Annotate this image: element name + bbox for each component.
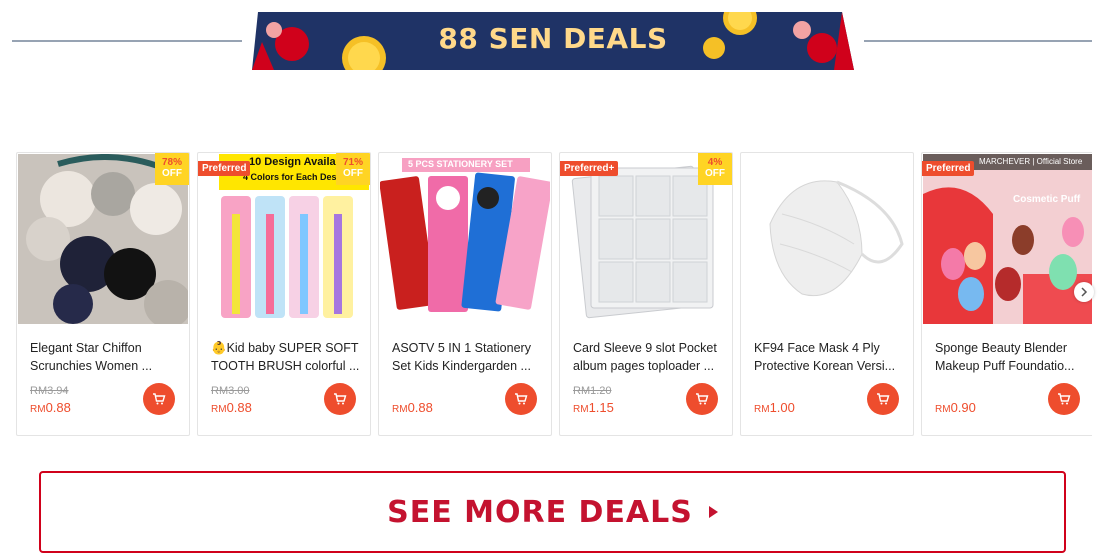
sale-price: RM1.00: [754, 400, 795, 415]
product-image-stationery: 5 PCS STATIONERY SET: [380, 154, 550, 324]
product-name: 👶Kid baby SUPER SOFT TOOTH BRUSH colorfu…: [211, 341, 360, 373]
chevron-right-icon: [1081, 287, 1088, 297]
divider-left: [12, 40, 242, 42]
sale-price: RM1.15: [573, 400, 614, 415]
deals-banner: 88 SEN DEALS: [252, 1, 854, 80]
add-to-cart-button[interactable]: [324, 383, 356, 415]
product-name: KF94 Face Mask 4 Ply Protective Korean V…: [754, 341, 896, 373]
cart-icon: [515, 393, 528, 405]
product-name: Card Sleeve 9 slot Pocket album pages to…: [573, 341, 717, 373]
preferred-badge: Preferred: [198, 161, 251, 176]
cart-icon: [877, 393, 890, 405]
product-card[interactable]: MARCHEVER | Official Store Cosmetic Puff…: [921, 152, 1092, 436]
discount-badge: 78% OFF: [155, 153, 189, 185]
banner-title: 88 SEN DEALS: [438, 22, 668, 55]
add-to-cart-button[interactable]: [1048, 383, 1080, 415]
product-card[interactable]: 5 PCS STATIONERY SET ASOTV 5 IN 1 Statio…: [378, 152, 552, 436]
divider-right: [864, 40, 1092, 42]
image-caption: 4 Colors for Each Design: [243, 172, 351, 182]
product-carousel: 78% OFF Elegant Star Chiffon Scrunchies …: [16, 152, 1092, 436]
product-card[interactable]: 78% OFF Elegant Star Chiffon Scrunchies …: [16, 152, 190, 436]
product-card[interactable]: Preferred+ 4% OFF Card Sleeve 9 slot Poc…: [559, 152, 733, 436]
product-name: Sponge Beauty Blender Makeup Puff Founda…: [935, 341, 1075, 373]
add-to-cart-button[interactable]: [686, 383, 718, 415]
original-price: RM3.94: [30, 385, 69, 397]
see-more-deals-button[interactable]: SEE MORE DEALS: [39, 471, 1066, 553]
product-name: ASOTV 5 IN 1 Stationery Set Kids Kinderg…: [392, 341, 531, 373]
cart-icon: [1058, 393, 1071, 405]
cart-icon: [334, 393, 347, 405]
product-card[interactable]: KF94 Face Mask 4 Ply Protective Korean V…: [740, 152, 914, 436]
product-image-beauty-blender: MARCHEVER | Official Store Cosmetic Puff: [923, 154, 1092, 324]
sale-price: RM0.88: [30, 400, 71, 415]
sale-price: RM0.88: [392, 400, 433, 415]
discount-badge: 4% OFF: [698, 153, 732, 185]
carousel-next-button[interactable]: [1074, 282, 1094, 302]
cart-icon: [696, 393, 709, 405]
preferred-badge: Preferred: [922, 161, 975, 176]
add-to-cart-button[interactable]: [505, 383, 537, 415]
product-card[interactable]: 10 Design Available 4 Colors for Each De…: [197, 152, 371, 436]
cart-icon: [153, 393, 166, 405]
original-price: RM3.00: [211, 385, 250, 397]
image-caption: Cosmetic Puff: [1013, 194, 1081, 205]
original-price: RM1.20: [573, 385, 612, 397]
see-more-label: SEE MORE DEALS: [387, 494, 693, 530]
preferred-plus-badge: Preferred+: [560, 161, 619, 176]
image-caption: 5 PCS STATIONERY SET: [408, 159, 513, 169]
discount-badge: 71% OFF: [336, 153, 370, 185]
image-caption: MARCHEVER | Official Store: [979, 157, 1083, 166]
product-image-face-mask: [742, 154, 912, 324]
sale-price: RM0.88: [211, 400, 252, 415]
triangle-right-icon: [708, 506, 718, 518]
product-name: Elegant Star Chiffon Scrunchies Women ..…: [30, 341, 153, 373]
add-to-cart-button[interactable]: [143, 383, 175, 415]
sale-price: RM0.90: [935, 400, 976, 415]
add-to-cart-button[interactable]: [867, 383, 899, 415]
